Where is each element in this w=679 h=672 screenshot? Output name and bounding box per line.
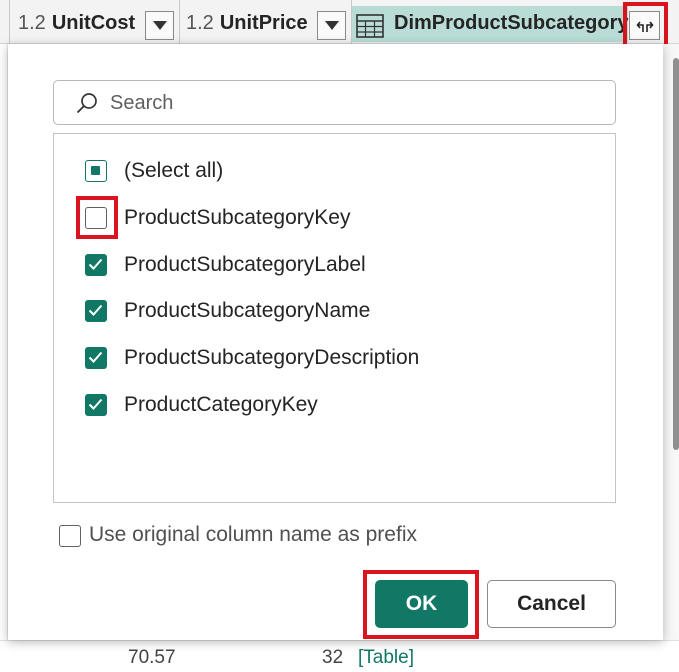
chevron-down-icon [325,21,339,30]
list-item-label: ProductSubcategoryLabel [124,253,366,276]
table-icon[interactable] [356,14,384,38]
cell-unitcost-value: 70.57 [128,647,176,668]
unitcost-filter-dropdown[interactable] [145,11,174,40]
highlight-box-ok-button [363,570,479,639]
column-checklist: (Select all) ProductSubcategoryKey Produ… [53,133,616,503]
search-input[interactable] [108,89,598,117]
header-cell-unitcost[interactable]: 1.2 UnitCost [10,0,180,44]
list-item-label: ProductCategoryKey [124,393,318,416]
search-box[interactable] [53,80,616,125]
list-item-select-all[interactable]: (Select all) [54,152,594,192]
header-cell-unitprice[interactable]: 1.2 UnitPrice [180,0,352,44]
list-item-label: ProductSubcategoryDescription [124,346,420,369]
select-all-checkbox[interactable] [85,160,107,182]
decimal-type-icon[interactable]: 1.2 [186,12,214,34]
cell-table-link[interactable]: [Table] [358,647,414,669]
list-item-label: ProductSubcategoryKey [124,206,351,229]
productcategorykey-checkbox[interactable] [85,394,107,416]
cell-unitprice-value: 32 [322,647,344,668]
chevron-down-icon [153,21,167,30]
checkmark-icon [88,258,103,270]
prefix-option-label: Use original column name as prefix [89,523,417,546]
grid-left-edge [0,44,8,672]
column-name-unitprice: UnitPrice [219,12,308,34]
vertical-scrollbar[interactable] [673,58,679,450]
prefix-checkbox[interactable] [59,525,81,547]
column-name-dimproductsubcategory: DimProductSubcategory [394,12,629,34]
productsubcategorylabel-checkbox[interactable] [85,254,107,276]
header-cell-edge [0,0,10,44]
checkmark-icon [88,304,103,316]
list-item-label: ProductSubcategoryName [124,299,371,322]
list-item-productcategorykey[interactable]: ProductCategoryKey [54,386,594,426]
list-item-label: (Select all) [124,159,224,182]
checkmark-icon [88,398,103,410]
productsubcategoryname-checkbox[interactable] [85,300,107,322]
checkmark-icon [88,351,103,363]
list-item-productsubcategorylabel[interactable]: ProductSubcategoryLabel [54,246,594,286]
list-item-productsubcategorykey[interactable]: ProductSubcategoryKey [54,199,594,239]
decimal-type-icon[interactable]: 1.2 [18,12,46,34]
unitprice-filter-dropdown[interactable] [317,11,346,40]
table-row: 70.57 32 [Table] [0,640,679,672]
search-icon [76,93,97,114]
column-header-bar: 1.2 UnitCost 1.2 UnitPrice DimProductSubca… [0,0,679,44]
column-name-unitcost: UnitCost [51,12,136,34]
expand-column-panel: (Select all) ProductSubcategoryKey Produ… [8,44,663,640]
highlight-box-key-checkbox [76,196,118,239]
list-item-productsubcategorydescription[interactable]: ProductSubcategoryDescription [54,339,594,379]
productsubcategorydescription-checkbox[interactable] [85,347,107,369]
cancel-button[interactable]: Cancel [487,580,616,628]
list-item-productsubcategoryname[interactable]: ProductSubcategoryName [54,292,594,332]
